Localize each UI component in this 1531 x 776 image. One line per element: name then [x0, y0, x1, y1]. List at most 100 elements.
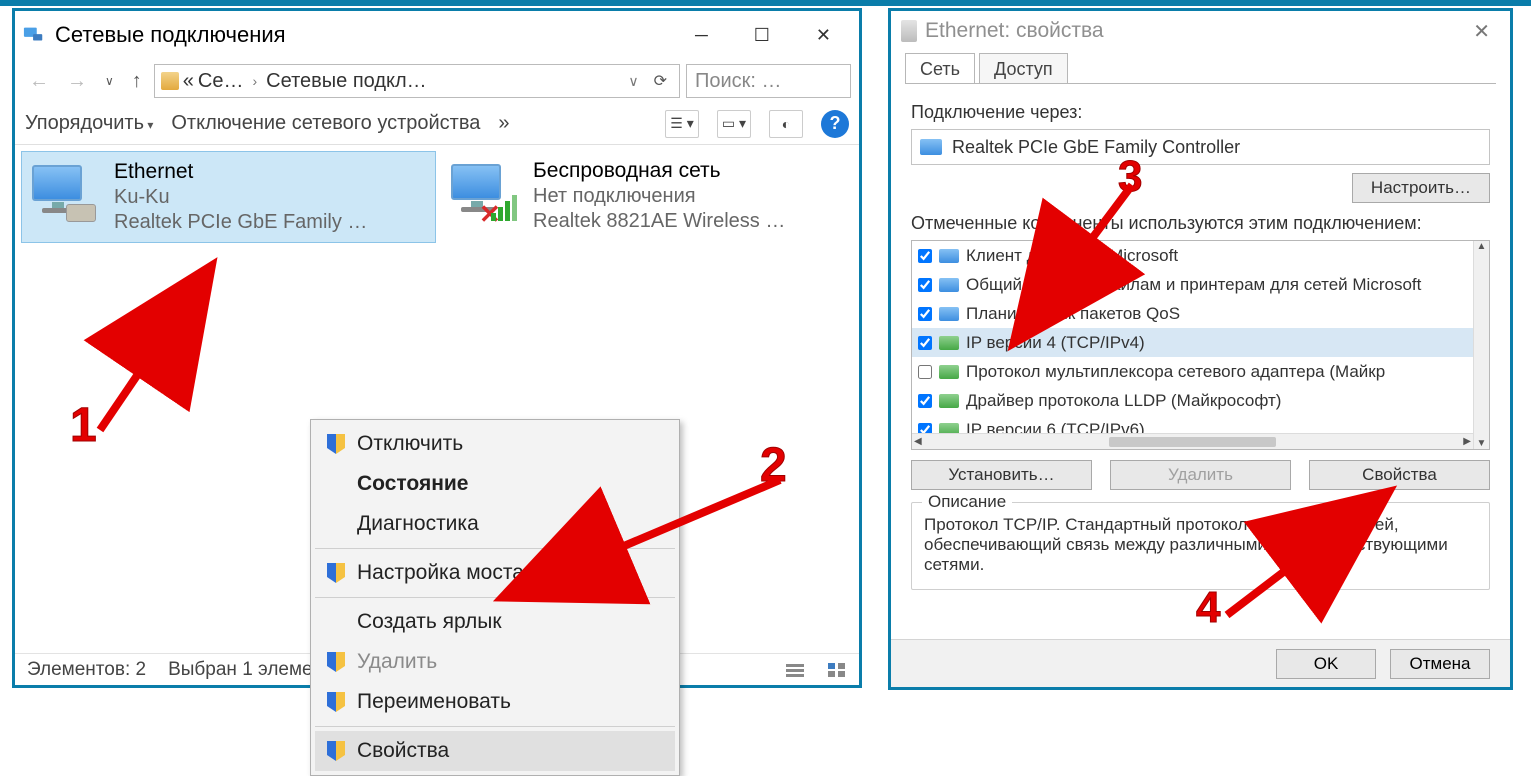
preview-pane-button[interactable]: ◐ — [769, 110, 803, 138]
configure-button[interactable]: Настроить… — [1352, 173, 1490, 203]
connection-adapter: Realtek PCIe GbE Family … — [114, 211, 367, 234]
component-item[interactable]: IP версии 4 (TCP/IPv4) — [912, 328, 1473, 357]
menu-item[interactable]: Настройка моста — [315, 553, 675, 593]
maximize-button[interactable]: ☐ — [740, 17, 784, 54]
icons-view-button[interactable] — [827, 662, 847, 678]
status-item-count: Элементов: 2 — [27, 659, 146, 681]
back-button[interactable]: ← — [23, 70, 55, 93]
blank-icon — [327, 474, 345, 494]
view-large-button[interactable]: ▭ ▾ — [717, 110, 751, 138]
connection-name: Ethernet — [114, 160, 367, 184]
component-icon — [939, 307, 959, 321]
menu-item[interactable]: Свойства — [315, 731, 675, 771]
component-item[interactable]: Протокол мультиплексора сетевого адаптер… — [912, 357, 1473, 386]
component-checkbox[interactable] — [918, 336, 932, 350]
connection-status: Ku-Ku — [114, 186, 367, 209]
marker-3: 3 — [1118, 152, 1142, 202]
window-icon — [23, 24, 45, 46]
component-item[interactable]: Клиент для сетей Microsoft — [912, 241, 1473, 270]
minimize-button[interactable]: ─ — [681, 17, 722, 54]
help-button[interactable]: ? — [821, 110, 849, 138]
ok-button[interactable]: OK — [1276, 649, 1376, 679]
component-checkbox[interactable] — [918, 394, 932, 408]
component-label: Клиент для сетей Microsoft — [966, 246, 1178, 266]
marker-1: 1 — [70, 398, 97, 453]
connection-name: Беспроводная сеть — [533, 159, 785, 183]
marker-2: 2 — [760, 438, 787, 493]
adapter-icon — [901, 20, 917, 42]
context-menu: ОтключитьСостояниеДиагностика Настройка м… — [310, 419, 680, 776]
install-button[interactable]: Установить… — [911, 460, 1092, 490]
recent-button[interactable]: ∨ — [99, 74, 120, 88]
address-row: ← → ∨ ↑ « Се… › Сетевые подкл… ∨ ⟳ Поиск… — [15, 59, 859, 103]
connect-via-label: Подключение через: — [911, 102, 1490, 123]
horizontal-scrollbar[interactable]: ◀▶ — [912, 433, 1473, 449]
connection-icon — [32, 160, 100, 228]
tab-row: Сеть Доступ — [891, 51, 1510, 83]
breadcrumb[interactable]: « Се… › Сетевые подкл… ∨ ⟳ — [154, 64, 680, 98]
connection-adapter: Realtek 8821AE Wireless … — [533, 210, 785, 233]
breadcrumb-root[interactable]: Се… — [198, 70, 244, 93]
shield-icon — [327, 563, 345, 583]
up-button[interactable]: ↑ — [126, 70, 148, 93]
remove-button: Удалить — [1110, 460, 1291, 490]
chevron-icon[interactable]: › — [248, 73, 263, 89]
description-text: Протокол TCP/IP. Стандартный протокол гл… — [924, 515, 1477, 575]
organize-menu[interactable]: Упорядочить — [25, 112, 153, 135]
menu-item[interactable]: Переименовать — [315, 682, 675, 722]
close-button[interactable]: ✕ — [802, 17, 845, 54]
component-checkbox[interactable] — [918, 249, 932, 263]
adapter-field[interactable]: Realtek PCIe GbE Family Controller — [911, 129, 1490, 165]
breadcrumb-drop[interactable]: ∨ — [623, 73, 643, 90]
component-icon — [939, 336, 959, 350]
component-item[interactable]: Планировщик пакетов QoS — [912, 299, 1473, 328]
window-title: Сетевые подключения — [55, 22, 675, 48]
cancel-button[interactable]: Отмена — [1390, 649, 1490, 679]
component-icon — [939, 365, 959, 379]
connection-item-беспроводная сеть[interactable]: ✕ Беспроводная сетьНет подключенияRealtek… — [441, 151, 856, 241]
components-label: Отмеченные компоненты используются этим … — [911, 213, 1490, 234]
disable-device-button[interactable]: Отключение сетевого устройства — [171, 112, 480, 135]
close-button[interactable]: ✕ — [1463, 13, 1500, 50]
description-label: Описание — [922, 492, 1012, 512]
vertical-scrollbar[interactable]: ▲▼ — [1473, 241, 1489, 449]
view-small-button[interactable]: ☰ ▾ — [665, 110, 699, 138]
menu-item[interactable]: Диагностика — [315, 504, 675, 544]
menu-item[interactable]: Состояние — [315, 464, 675, 504]
component-item[interactable]: Общий доступ к файлам и принтерам для се… — [912, 270, 1473, 299]
folder-icon — [161, 72, 179, 90]
shield-icon — [327, 692, 345, 712]
properties-button[interactable]: Свойства — [1309, 460, 1490, 490]
menu-item[interactable]: Отключить — [315, 424, 675, 464]
component-icon — [939, 394, 959, 408]
tab-sharing[interactable]: Доступ — [979, 53, 1068, 83]
shield-icon — [327, 741, 345, 761]
connection-status: Нет подключения — [533, 185, 785, 208]
details-view-button[interactable] — [785, 662, 805, 678]
titlebar[interactable]: Сетевые подключения ─ ☐ ✕ — [15, 11, 859, 59]
component-checkbox[interactable] — [918, 365, 932, 379]
components-list[interactable]: Клиент для сетей Microsoft Общий доступ к… — [911, 240, 1490, 450]
component-checkbox[interactable] — [918, 278, 932, 292]
component-checkbox[interactable] — [918, 307, 932, 321]
component-label: Драйвер протокола LLDP (Майкрософт) — [966, 391, 1281, 411]
connection-icon: ✕ — [451, 159, 519, 227]
status-selected: Выбран 1 элемент — [168, 659, 332, 681]
search-input[interactable]: Поиск: … — [686, 64, 851, 98]
component-item[interactable]: Драйвер протокола LLDP (Майкрософт) — [912, 386, 1473, 415]
adapter-name: Realtek PCIe GbE Family Controller — [952, 137, 1240, 158]
component-label: Планировщик пакетов QoS — [966, 304, 1180, 324]
dialog-titlebar[interactable]: Ethernet: свойства ✕ — [891, 11, 1510, 51]
toolbar-more[interactable]: » — [498, 112, 509, 135]
breadcrumb-current[interactable]: Сетевые подкл… — [266, 70, 426, 93]
component-label: Протокол мультиплексора сетевого адаптер… — [966, 362, 1385, 382]
menu-item[interactable]: Создать ярлык — [315, 602, 675, 642]
connection-item-ethernet[interactable]: EthernetKu-KuRealtek PCIe GbE Family … — [21, 151, 436, 243]
refresh-button[interactable]: ⟳ — [648, 71, 673, 91]
forward-button[interactable]: → — [61, 70, 93, 93]
blank-icon — [327, 612, 345, 632]
component-label: Общий доступ к файлам и принтерам для се… — [966, 275, 1421, 295]
tab-network[interactable]: Сеть — [905, 53, 975, 83]
blank-icon — [327, 514, 345, 534]
marker-4: 4 — [1196, 583, 1220, 633]
